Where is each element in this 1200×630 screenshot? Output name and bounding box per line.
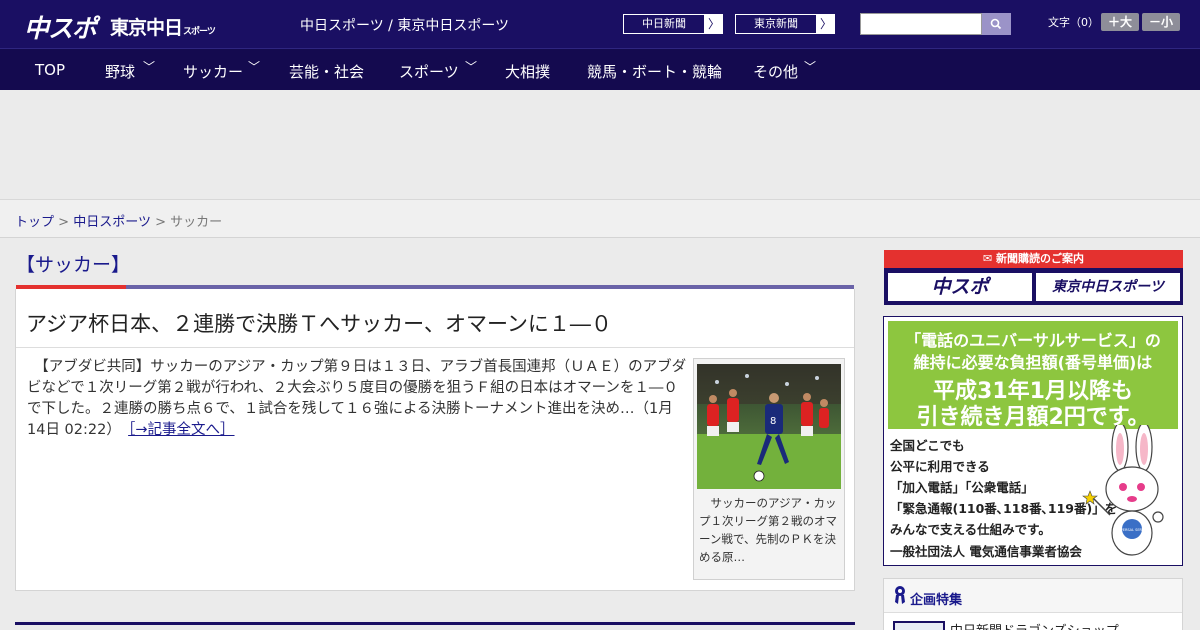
site-links[interactable]: 中日スポーツ / 東京中日スポーツ (300, 15, 509, 35)
ad-headline-panel: 「電話のユニバーサルサービス」の 維持に必要な負担額(番号単価)は 平成31年1… (888, 321, 1178, 430)
ad-body-line: 全国どこでも (890, 438, 965, 453)
svg-text:8: 8 (770, 416, 776, 427)
nav-label: その他 (753, 63, 799, 81)
search-input[interactable] (860, 13, 982, 35)
search-icon (990, 18, 1002, 30)
tokyo-logo-sub: スポーツ (183, 27, 216, 37)
article-summary: 【アブダビ共同】サッカーのアジア・カップ第９日は１３日、アラブ首長国連邦（ＵＡＥ… (27, 357, 687, 441)
subscription-heading-text: 新聞購読のご案内 (996, 252, 1085, 265)
nav-item-entertainment[interactable]: 芸能・社会 (289, 61, 364, 82)
nav-item-soccer[interactable]: サッカー ﹀ (183, 60, 260, 82)
next-section-rule (15, 622, 855, 625)
ad-body-line: みんなで支える仕組みです。 (890, 522, 1051, 537)
breadcrumb-separator: > (155, 215, 166, 230)
tokyo-logo-text: 東京中日 (110, 17, 183, 39)
tokyo-shimbun-button[interactable]: 東京新聞 〉 (734, 13, 836, 35)
nav-item-baseball[interactable]: 野球 ﹀ (105, 60, 155, 82)
nav-item-other[interactable]: その他 ﹀ (753, 60, 816, 82)
ad-headline-line: 維持に必要な負担額(番号単価)は (913, 353, 1153, 372)
nav-label: 大相撲 (505, 63, 551, 81)
ad-sponsor: 一般社団法人 電気通信事業者協会 (890, 544, 1082, 559)
chunichi-shimbun-button[interactable]: 中日新聞 〉 (622, 13, 724, 35)
universal-service-ad[interactable]: 「電話のユニバーサルサービス」の 維持に必要な負担額(番号単価)は 平成31年1… (883, 316, 1183, 566)
read-more-link[interactable]: ［→記事全文へ］ (128, 422, 234, 438)
ribbon-icon (895, 586, 905, 604)
headline-divider (16, 347, 854, 348)
tokyo-chunichi-logo[interactable]: 東京中日スポーツ (110, 13, 216, 40)
feature-box: 企画特集 中日新聞ドラゴンズショップ (883, 578, 1183, 630)
nav-item-top[interactable]: TOP (35, 61, 65, 79)
ad-body-line: 「加入電話」「公衆電話」 (890, 480, 1034, 495)
newspaper-icon: ✉ (982, 252, 997, 265)
feature-header: 企画特集 (884, 579, 1182, 613)
nav-label: TOP (35, 61, 66, 79)
ad-body-line: 公平に利用できる (890, 459, 990, 474)
article-photo[interactable]: 8 (697, 364, 841, 489)
feature-title: 企画特集 (910, 593, 963, 608)
mascot-badge-text: UNIVERSAL SERVICE (1114, 528, 1150, 532)
feature-thumbnail[interactable] (893, 621, 945, 630)
feature-link[interactable]: 中日新聞ドラゴンズショップ (950, 620, 1119, 630)
ad-headline-line: 「電話のユニバーサルサービス」の (905, 331, 1161, 350)
breadcrumb-chunichi-sports[interactable]: 中日スポーツ (73, 215, 151, 230)
breadcrumb: トップ > 中日スポーツ > サッカー (0, 200, 1200, 238)
nav-label: 競馬・ボート・競輪 (587, 63, 723, 81)
nav-item-sumo[interactable]: 大相撲 (505, 61, 550, 82)
photo-caption: サッカーのアジア・カップ１次リーグ第２戦のオマーン戦で、先制のＰＫを決める原… (699, 496, 837, 564)
tokyo-shimbun-label: 東京新聞 (735, 14, 817, 34)
chevron-down-icon: ﹀ (143, 60, 156, 74)
nav-item-racing[interactable]: 競馬・ボート・競輪 (587, 61, 722, 82)
nav-label: 野球 (105, 63, 136, 81)
bunny-mascot-icon: UNIVERSAL SERVICE (1082, 425, 1164, 556)
subscription-chuspo-logo[interactable]: 中スポ (888, 273, 1032, 301)
chuspo-logo[interactable]: 中スポ (24, 9, 97, 45)
font-smaller-button[interactable]: －小 (1142, 13, 1180, 31)
nav-label: 芸能・社会 (289, 63, 365, 81)
subscription-heading: ✉ 新聞購読のご案内 (884, 250, 1183, 268)
nav-item-sports[interactable]: スポーツ ﹀ (399, 60, 477, 82)
breadcrumb-top[interactable]: トップ (15, 215, 54, 230)
category-title: 【サッカー】 (16, 254, 131, 276)
subscription-tokyo-logo[interactable]: 東京中日スポーツ (1036, 273, 1180, 301)
chevron-down-icon: ﹀ (804, 60, 817, 74)
nav-label: サッカー (183, 63, 244, 81)
article-headline[interactable]: アジア杯日本、２連勝で決勝Ｔへサッカー、オマーンに１―０ (26, 308, 612, 338)
font-bigger-button[interactable]: ＋大 (1101, 13, 1139, 31)
chunichi-shimbun-label: 中日新聞 (623, 14, 705, 34)
site-header: 中スポ 東京中日スポーツ 中日スポーツ / 東京中日スポーツ 中日新聞 〉 東京… (0, 0, 1200, 48)
chevron-right-icon: 〉 (707, 17, 720, 31)
article-body: 【アブダビ共同】サッカーのアジア・カップ第９日は１３日、アラブ首長国連邦（ＵＡＥ… (27, 359, 687, 417)
main-nav: TOP 野球 ﹀ サッカー ﹀ 芸能・社会 スポーツ ﹀ 大相撲 競馬・ボート・競輪 … (0, 48, 1200, 90)
subscription-banner[interactable]: ✉ 新聞購読のご案内 中スポ 東京中日スポーツ (884, 250, 1183, 305)
chevron-down-icon: ﹀ (465, 60, 478, 74)
chevron-down-icon: ﹀ (248, 60, 261, 74)
font-size-label: 文字（0） (1048, 16, 1099, 29)
article-card: アジア杯日本、２連勝で決勝Ｔへサッカー、オマーンに１―０ 【アブダビ共同】サッカ… (15, 289, 855, 591)
search-button[interactable] (982, 13, 1011, 35)
article-photo-box[interactable]: 8 サッカーのアジア・カップ１次リーグ第２戦のオマーン戦で、先制のＰＫを決める原… (693, 358, 845, 580)
ad-banner-area (0, 90, 1200, 200)
nav-label: スポーツ (399, 63, 459, 81)
breadcrumb-separator: > (58, 215, 70, 230)
breadcrumb-current: サッカー (170, 215, 223, 230)
chevron-right-icon: 〉 (819, 17, 832, 31)
